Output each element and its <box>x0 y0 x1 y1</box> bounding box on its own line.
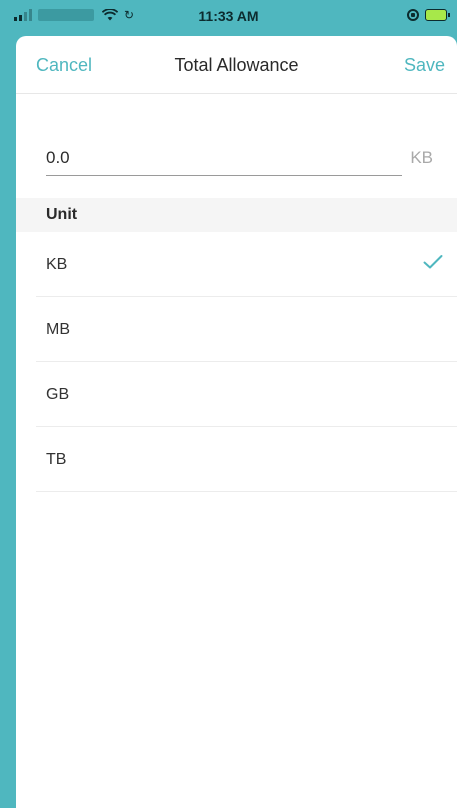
unit-suffix: KB <box>410 148 433 167</box>
battery-charging-icon <box>425 9 450 21</box>
nav-bar: Cancel Total Allowance Save <box>16 36 457 94</box>
allowance-sheet: Cancel Total Allowance Save KB Unit KB M… <box>16 36 457 808</box>
status-time: 11:33 AM <box>198 8 259 24</box>
unit-option-mb[interactable]: MB <box>36 297 457 362</box>
unit-option-label: KB <box>46 256 68 273</box>
page-title: Total Allowance <box>174 55 299 75</box>
allowance-input[interactable] <box>46 144 402 172</box>
background-edge <box>0 32 16 808</box>
status-bar: ↻ 11:33 AM <box>0 0 457 32</box>
unit-section-header: Unit <box>16 198 457 232</box>
unit-option-label: GB <box>46 386 70 403</box>
checkmark-icon <box>423 254 443 275</box>
unit-list: KB MB GB TB <box>16 232 457 492</box>
save-button[interactable]: Save <box>404 55 445 76</box>
unit-option-tb[interactable]: TB <box>36 427 457 492</box>
unit-option-label: TB <box>46 451 67 468</box>
unit-option-label: MB <box>46 321 70 338</box>
allowance-field <box>46 144 402 176</box>
unit-option-kb[interactable]: KB <box>36 232 457 297</box>
rotation-lock-icon <box>407 9 419 21</box>
status-right <box>407 9 450 21</box>
unit-option-gb[interactable]: GB <box>36 362 457 427</box>
